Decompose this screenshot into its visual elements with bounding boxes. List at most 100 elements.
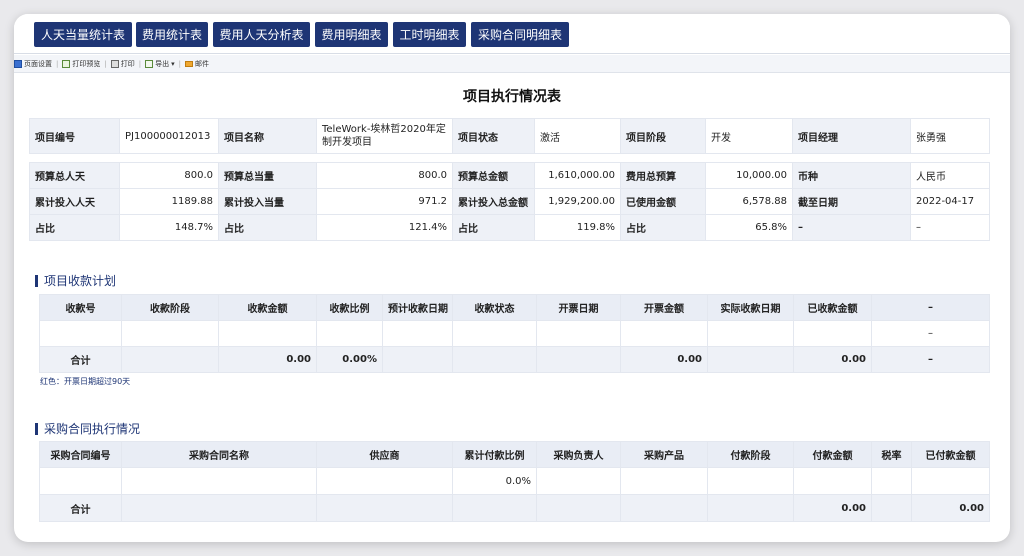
col-tax-rate: 税率 (871, 441, 912, 468)
project-name-value: TeleWork-埃林哲2020年定制开发项目 (316, 118, 453, 154)
page-setup-label: 页面设置 (24, 59, 52, 68)
purchase-total-label: 合计 (39, 494, 122, 522)
project-name-label: 项目名称 (218, 118, 317, 154)
print-preview-label: 打印预览 (72, 59, 101, 68)
collection-total-invoice: 0.00 (620, 346, 708, 373)
expense-ratio-value: 65.8% (705, 214, 793, 241)
col-contract-no: 采购合同编号 (39, 441, 122, 468)
col-expected-date: 预计收款日期 (382, 294, 453, 321)
budget-total-equivalent-value: 800.0 (316, 162, 453, 189)
mandays-ratio-value: 148.7% (119, 214, 219, 241)
mail-label: 邮件 (194, 59, 209, 68)
col-collection-status: 收款状态 (452, 294, 537, 321)
cumulative-mandays-value: 1189.88 (119, 188, 219, 215)
project-no-label: 项目编号 (29, 118, 120, 154)
empty-row-extra: – (871, 320, 990, 347)
report-tab-bar: 人天当量统计表 费用统计表 费用人天分析表 费用明细表 工时明细表 采购合同明细… (14, 14, 1010, 54)
page-title: 项目执行情况表 (463, 89, 561, 105)
amount-ratio-label: 占比 (452, 214, 535, 241)
col-paid-amount: 已付款金额 (911, 441, 990, 468)
tab-expense-manday-analysis[interactable]: 费用人天分析表 (213, 22, 310, 47)
tab-expense-detail[interactable]: 费用明细表 (315, 22, 388, 47)
chevron-down-icon: ▾ (171, 59, 175, 68)
print-preview-button[interactable]: 打印预览 (62, 59, 100, 69)
col-collection-stage: 收款阶段 (121, 294, 219, 321)
budget-row: 预算总人天 800.0 预算总当量 800.0 预算总金额 1,610,000.… (29, 162, 990, 189)
mail-button[interactable]: 邮件 (184, 59, 209, 69)
export-label: 导出 (155, 59, 170, 68)
table-row: 0.0% (39, 467, 990, 495)
project-stage-label: 项目阶段 (620, 118, 706, 154)
col-invoice-amount: 开票金额 (620, 294, 708, 321)
budget-total-amount-label: 预算总金额 (452, 162, 535, 189)
cumulative-equivalent-value: 971.2 (316, 188, 453, 215)
project-manager-label: 项目经理 (792, 118, 911, 154)
col-contract-name: 采购合同名称 (121, 441, 317, 468)
col-actual-date: 实际收款日期 (707, 294, 794, 321)
page-setup-button[interactable]: 页面设置 (14, 59, 52, 69)
as-of-date-label: 截至日期 (792, 188, 911, 215)
purchase-section-title: 采购合同执行情况 (35, 423, 140, 435)
purchase-total-payment: 0.00 (793, 494, 872, 522)
budget-total-equivalent-label: 预算总当量 (218, 162, 317, 189)
collection-total-received: 0.00 (793, 346, 872, 373)
project-status-label: 项目状态 (452, 118, 535, 154)
print-label: 打印 (120, 59, 135, 68)
ratio-placeholder-value: – (910, 214, 990, 241)
col-received-amount: 已收款金额 (793, 294, 872, 321)
print-preview-icon (62, 59, 71, 68)
collection-plan-table: 收款号 收款阶段 收款金额 收款比例 预计收款日期 收款状态 开票日期 开票金额… (39, 294, 990, 373)
equivalent-ratio-value: 121.4% (316, 214, 453, 241)
tab-timesheet-detail[interactable]: 工时明细表 (393, 22, 466, 47)
budget-table: 预算总人天 800.0 预算总当量 800.0 预算总金额 1,610,000.… (29, 162, 990, 241)
report-toolbar: 页面设置 | 打印预览 | 打印 | 导出 ▾ | 邮件 (14, 55, 1010, 73)
collection-total-amount: 0.00 (218, 346, 317, 373)
project-info-table: 项目编号 PJ100000012013 项目名称 TeleWork-埃林哲202… (29, 118, 990, 154)
toolbar-divider: | (56, 59, 59, 68)
cumulative-equivalent-label: 累计投入当量 (218, 188, 317, 215)
row-payment-ratio: 0.0% (452, 467, 537, 495)
used-amount-value: 6,578.88 (705, 188, 793, 215)
export-icon (145, 59, 154, 68)
budget-total-amount-value: 1,610,000.00 (534, 162, 621, 189)
purchase-total-paid: 0.00 (911, 494, 990, 522)
toolbar-divider: | (178, 59, 181, 68)
used-amount-label: 已使用金额 (620, 188, 706, 215)
ratio-placeholder-label: – (792, 214, 911, 241)
ratio-row: 占比 148.7% 占比 121.4% 占比 119.8% 占比 65.8% –… (29, 214, 990, 241)
col-purchase-product: 采购产品 (620, 441, 708, 468)
amount-ratio-value: 119.8% (534, 214, 621, 241)
print-button[interactable]: 打印 (110, 59, 135, 69)
collection-total-extra: – (871, 346, 990, 373)
purchase-contract-table: 采购合同编号 采购合同名称 供应商 累计付款比例 采购负责人 采购产品 付款阶段… (39, 441, 990, 522)
page-setup-icon (14, 59, 22, 68)
col-invoice-date: 开票日期 (536, 294, 621, 321)
tab-manday-equivalent[interactable]: 人天当量统计表 (34, 22, 132, 47)
mandays-ratio-label: 占比 (29, 214, 120, 241)
project-manager-value: 张勇强 (910, 118, 990, 154)
as-of-date-value: 2022-04-17 (910, 188, 990, 215)
cumulative-mandays-label: 累计投入人天 (29, 188, 120, 215)
tab-expense-stats[interactable]: 费用统计表 (136, 22, 208, 47)
tab-purchase-contract-detail[interactable]: 采购合同明细表 (471, 22, 569, 47)
col-collection-no: 收款号 (39, 294, 122, 321)
expense-budget-value: 10,000.00 (705, 162, 793, 189)
cumulative-row: 累计投入人天 1189.88 累计投入当量 971.2 累计投入总金额 1,92… (29, 188, 990, 215)
col-collection-amount: 收款金额 (218, 294, 317, 321)
col-payment-amount: 付款金额 (793, 441, 872, 468)
col-payment-stage: 付款阶段 (707, 441, 794, 468)
currency-label: 币种 (792, 162, 911, 189)
export-button[interactable]: 导出 ▾ (145, 59, 175, 69)
equivalent-ratio-label: 占比 (218, 214, 317, 241)
table-row: – (39, 320, 990, 347)
collection-total-label: 合计 (39, 346, 122, 373)
project-stage-value: 开发 (705, 118, 793, 154)
project-status-value: 激活 (534, 118, 621, 154)
toolbar-divider: | (138, 59, 142, 68)
purchase-header-row: 采购合同编号 采购合同名称 供应商 累计付款比例 采购负责人 采购产品 付款阶段… (39, 441, 990, 468)
project-no-value: PJ100000012013 (119, 118, 219, 154)
budget-total-mandays-label: 预算总人天 (29, 162, 120, 189)
printer-icon (110, 59, 119, 68)
budget-total-mandays-value: 800.0 (119, 162, 219, 189)
col-extra: – (871, 294, 990, 321)
